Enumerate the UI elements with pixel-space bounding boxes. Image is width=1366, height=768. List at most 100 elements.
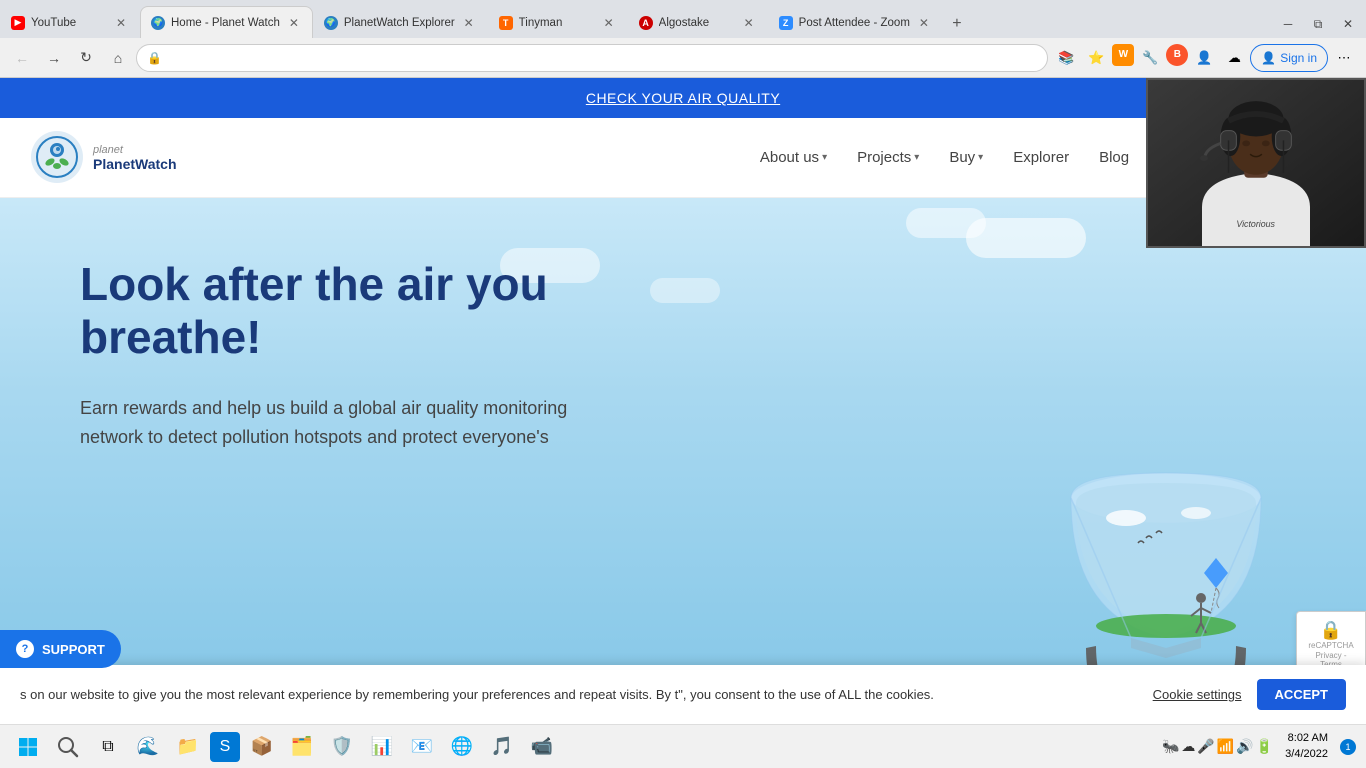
hourglass-svg bbox=[956, 378, 1306, 688]
tab-youtube-close[interactable]: ✕ bbox=[113, 15, 129, 31]
back-button[interactable]: ← bbox=[8, 44, 36, 72]
favorites-icon[interactable]: ⭐ bbox=[1082, 44, 1110, 72]
tab-youtube-title: YouTube bbox=[31, 17, 107, 29]
taskbar-icon-5[interactable]: 🗂️ bbox=[284, 729, 320, 765]
zoom-video-overlay: Victorious bbox=[1146, 78, 1366, 248]
tab-zoom-close[interactable]: ✕ bbox=[916, 15, 932, 31]
sign-in-person-icon: 👤 bbox=[1261, 51, 1276, 65]
browser-toolbar: ← → ↻ ⌂ 🔒 https://www.planetwatch.us 📚 ⭐… bbox=[0, 38, 1366, 78]
taskbar: ⧉ 🌊 📁 S 📦 🗂️ 🛡️ 📊 📧 🌐 🎵 📹 🐜 ☁ 🎤 📶 🔊 🔋 8:… bbox=[0, 724, 1366, 768]
tab-planetwatch-explorer[interactable]: 🌍 PlanetWatch Explorer ✕ bbox=[313, 6, 488, 38]
minimize-button[interactable]: ─ bbox=[1274, 10, 1302, 38]
person-silhouette: Victorious bbox=[1148, 78, 1364, 248]
mic-tray-icon[interactable]: 🎤 bbox=[1197, 738, 1214, 755]
toolbar-icons: 📚 ⭐ W 🔧 B 👤 ☁ 👤 Sign in ⋯ bbox=[1052, 44, 1358, 72]
nav-link-about[interactable]: About us ▾ bbox=[760, 149, 827, 166]
refresh-button[interactable]: ↻ bbox=[72, 44, 100, 72]
cookie-accept-button[interactable]: ACCEPT bbox=[1257, 679, 1346, 710]
browser-chrome: ▶ YouTube ✕ 🌍 Home - Planet Watch ✕ 🌍 Pl… bbox=[0, 0, 1366, 78]
wallet-icon[interactable]: W bbox=[1112, 44, 1134, 66]
nav-link-projects[interactable]: Projects ▾ bbox=[857, 149, 919, 166]
taskbar-icon-10[interactable]: 🎵 bbox=[484, 729, 520, 765]
logo-svg bbox=[30, 130, 85, 185]
algostake-favicon: A bbox=[639, 16, 653, 30]
search-taskbar[interactable] bbox=[50, 729, 86, 765]
cloud-tray-icon[interactable]: ☁ bbox=[1181, 738, 1195, 755]
start-button[interactable] bbox=[10, 729, 46, 765]
system-tray: 🐜 ☁ 🎤 📶 🔊 🔋 bbox=[1162, 738, 1273, 755]
nav-link-blog[interactable]: Blog bbox=[1099, 149, 1129, 166]
sign-in-button[interactable]: 👤 Sign in bbox=[1250, 44, 1328, 72]
tab-algostake[interactable]: A Algostake ✕ bbox=[628, 6, 768, 38]
support-question-icon: ? bbox=[16, 640, 34, 658]
wifi-icon[interactable]: 📶 bbox=[1217, 738, 1234, 755]
taskbar-icon-11[interactable]: 📹 bbox=[524, 729, 560, 765]
recaptcha-logo: 🔒 bbox=[1307, 620, 1355, 641]
check-air-quality-link[interactable]: CHECK YOUR AIR QUALITY bbox=[586, 90, 780, 106]
tab-planetwatch-explorer-close[interactable]: ✕ bbox=[461, 15, 477, 31]
zoom-person-video: Victorious bbox=[1148, 80, 1364, 246]
edge-icon[interactable]: 🌊 bbox=[130, 729, 166, 765]
restore-button[interactable]: ⧉ bbox=[1304, 10, 1332, 38]
cookie-buttons: Cookie settings ACCEPT bbox=[1153, 679, 1346, 710]
nav-link-explorer[interactable]: Explorer bbox=[1013, 149, 1069, 166]
notification-badge[interactable]: 1 bbox=[1340, 739, 1356, 755]
taskbar-icon-4[interactable]: 📦 bbox=[244, 729, 280, 765]
menu-icon[interactable]: ⋯ bbox=[1330, 44, 1358, 72]
profile-icon[interactable]: 👤 bbox=[1190, 44, 1218, 72]
tab-planetwatch-home-close[interactable]: ✕ bbox=[286, 15, 302, 31]
tab-algostake-title: Algostake bbox=[659, 17, 735, 29]
system-clock[interactable]: 8:02 AM 3/4/2022 bbox=[1277, 731, 1336, 762]
tab-planetwatch-home-title: Home - Planet Watch bbox=[171, 17, 280, 29]
new-tab-button[interactable]: + bbox=[943, 10, 971, 38]
brave-icon[interactable]: B bbox=[1166, 44, 1188, 66]
taskbar-icon-9[interactable]: 🌐 bbox=[444, 729, 480, 765]
cloud-2 bbox=[906, 208, 986, 238]
tab-tinyman-close[interactable]: ✕ bbox=[601, 15, 617, 31]
close-button[interactable]: ✕ bbox=[1334, 10, 1362, 38]
support-label: SUPPORT bbox=[42, 642, 105, 657]
tab-planetwatch-home[interactable]: 🌍 Home - Planet Watch ✕ bbox=[140, 6, 313, 38]
about-chevron-icon: ▾ bbox=[822, 152, 827, 163]
hero-section: Look after the air you breathe! Earn rew… bbox=[0, 198, 1366, 688]
search-icon bbox=[57, 736, 79, 758]
taskbar-icon-8[interactable]: 📧 bbox=[404, 729, 440, 765]
extensions-icon[interactable]: 🔧 bbox=[1136, 44, 1164, 72]
svg-text:Victorious: Victorious bbox=[1236, 219, 1275, 229]
logo-text: PlanetWatch bbox=[93, 156, 177, 172]
tab-tinyman[interactable]: T Tinyman ✕ bbox=[488, 6, 628, 38]
task-view-icon[interactable]: ⧉ bbox=[90, 729, 126, 765]
tab-tinyman-title: Tinyman bbox=[519, 17, 595, 29]
buy-chevron-icon: ▾ bbox=[978, 152, 983, 163]
tab-zoom-title: Post Attendee - Zoom bbox=[799, 17, 910, 29]
taskbar-icon-7[interactable]: 📊 bbox=[364, 729, 400, 765]
tab-youtube[interactable]: ▶ YouTube ✕ bbox=[0, 6, 140, 38]
antivirus-tray-icon[interactable]: 🐜 bbox=[1162, 738, 1179, 755]
home-button[interactable]: ⌂ bbox=[104, 44, 132, 72]
taskbar-icon-6[interactable]: 🛡️ bbox=[324, 729, 360, 765]
address-bar[interactable]: 🔒 https://www.planetwatch.us bbox=[136, 44, 1048, 72]
planetwatch-home-favicon: 🌍 bbox=[151, 16, 165, 30]
planetwatch-explorer-favicon: 🌍 bbox=[324, 16, 338, 30]
hero-illustration bbox=[956, 378, 1306, 688]
projects-chevron-icon: ▾ bbox=[914, 152, 919, 163]
nav-link-buy[interactable]: Buy ▾ bbox=[949, 149, 983, 166]
battery-icon[interactable]: 🔋 bbox=[1256, 738, 1273, 755]
address-input[interactable]: https://www.planetwatch.us bbox=[168, 50, 1037, 65]
forward-button[interactable]: → bbox=[40, 44, 68, 72]
lock-icon: 🔒 bbox=[147, 51, 162, 65]
collections-icon[interactable]: 📚 bbox=[1052, 44, 1080, 72]
cookie-text: s on our website to give you the most re… bbox=[20, 687, 1133, 702]
hero-title: Look after the air you breathe! bbox=[80, 258, 680, 364]
explorer-icon[interactable]: 📁 bbox=[170, 729, 206, 765]
site-logo[interactable]: planet PlanetWatch bbox=[30, 130, 177, 185]
tab-algostake-close[interactable]: ✕ bbox=[741, 15, 757, 31]
sync-icon[interactable]: ☁ bbox=[1220, 44, 1248, 72]
cookie-settings-button[interactable]: Cookie settings bbox=[1153, 687, 1242, 702]
volume-icon[interactable]: 🔊 bbox=[1236, 738, 1253, 755]
sign-in-label: Sign in bbox=[1280, 51, 1317, 65]
taskbar-icon-3[interactable]: S bbox=[210, 732, 240, 762]
clock-date: 3/4/2022 bbox=[1285, 747, 1328, 762]
tab-zoom[interactable]: Z Post Attendee - Zoom ✕ bbox=[768, 6, 943, 38]
support-button[interactable]: ? SUPPORT bbox=[0, 630, 121, 668]
